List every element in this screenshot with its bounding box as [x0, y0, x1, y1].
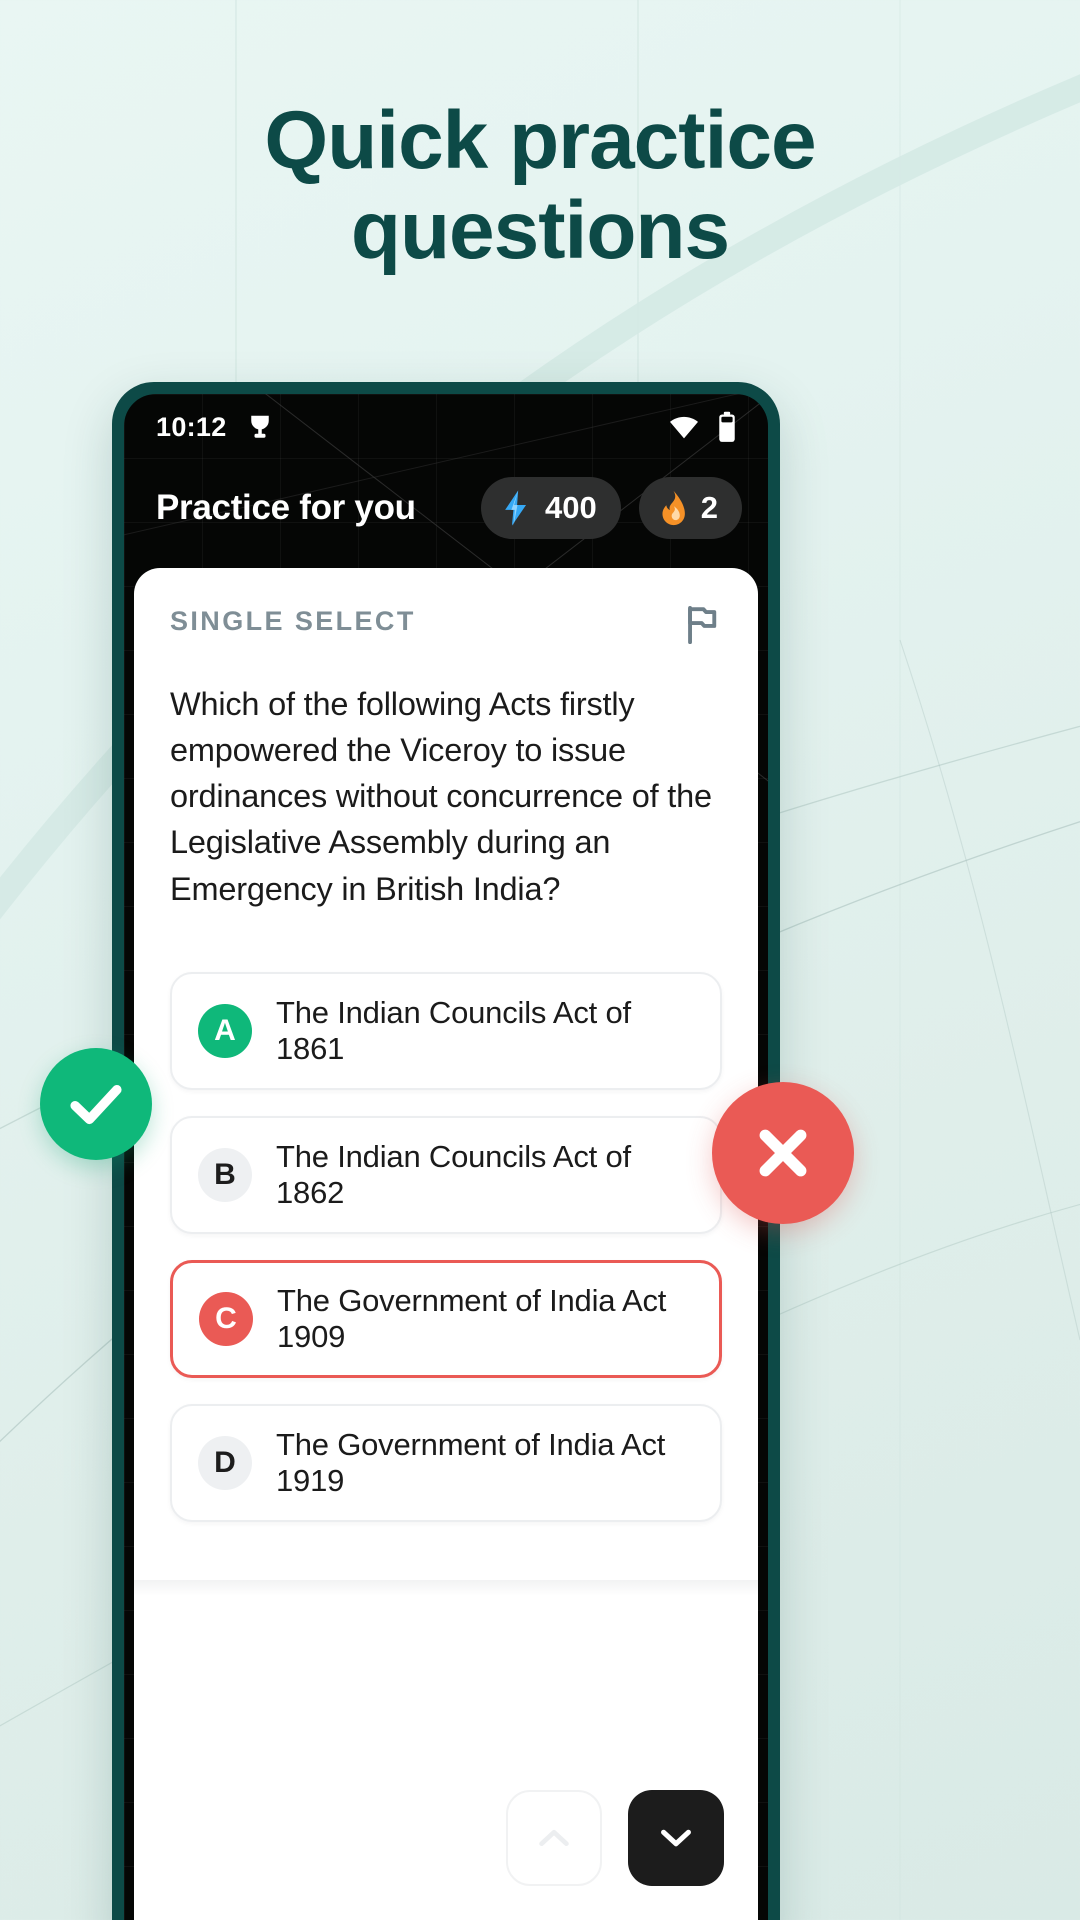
question-card-header: SINGLE SELECT	[170, 604, 722, 651]
option-letter-badge: D	[198, 1435, 252, 1490]
header-badges: 400 2	[481, 477, 742, 539]
flame-icon	[662, 490, 685, 526]
lightning-bolt-icon	[505, 490, 527, 526]
wifi-icon	[670, 416, 698, 439]
card-divider	[134, 1579, 758, 1596]
streak-badge[interactable]: 2	[638, 477, 742, 539]
answer-option-d[interactable]: D The Government of India Act 1919	[170, 1403, 722, 1522]
status-bar: 10:12	[124, 394, 768, 460]
option-letter-badge: B	[198, 1147, 252, 1202]
headline-line-2: questions	[350, 185, 730, 277]
option-text: The Indian Councils Act of 1862	[276, 1138, 631, 1210]
promo-headline: Quick practice questions	[0, 95, 1080, 277]
previous-question-button[interactable]	[506, 1790, 602, 1886]
question-card: SINGLE SELECT Which of the following Act…	[134, 568, 758, 1920]
flag-icon	[688, 605, 717, 645]
question-text: Which of the following Acts firstly empo…	[170, 686, 712, 907]
app-title: Practice for you	[156, 488, 416, 527]
app-header: Practice for you 400 2	[124, 460, 768, 556]
option-text: The Government of India Act 1919	[276, 1426, 666, 1498]
wrong-answer-marker	[712, 1082, 854, 1224]
question-type-label: SINGLE SELECT	[170, 606, 416, 636]
option-text: The Indian Councils Act of 1861	[276, 994, 631, 1066]
battery-icon	[719, 411, 735, 442]
chevron-up-icon	[539, 1829, 569, 1847]
trophy-icon	[250, 415, 269, 438]
status-bar-clock: 10:12	[156, 411, 227, 442]
answer-options-list: A The Indian Councils Act of 1861 B The …	[170, 971, 722, 1522]
points-badge-value: 400	[545, 490, 597, 525]
option-text: The Government of India Act 1909	[277, 1282, 667, 1354]
answer-option-a[interactable]: A The Indian Councils Act of 1861	[170, 971, 722, 1090]
points-badge[interactable]: 400	[481, 477, 621, 539]
answer-option-b[interactable]: B The Indian Councils Act of 1862	[170, 1115, 722, 1234]
status-bar-left: 10:12	[156, 412, 275, 443]
streak-badge-value: 2	[700, 490, 718, 525]
answer-option-c[interactable]: C The Government of India Act 1909	[170, 1259, 722, 1378]
headline-line-1: Quick practice	[264, 95, 816, 186]
phone-screen: 10:12 Practice for you 400 2 SINGLE SELE…	[124, 394, 768, 1920]
bottom-navigation-bar	[134, 1746, 758, 1920]
chevron-down-icon	[661, 1829, 691, 1847]
next-question-button[interactable]	[628, 1790, 724, 1886]
check-icon	[70, 1085, 122, 1125]
flag-question-button[interactable]	[682, 604, 722, 651]
option-letter-badge: C	[199, 1291, 253, 1346]
option-letter-badge: A	[198, 1003, 252, 1058]
phone-mockup: 10:12 Practice for you 400 2 SINGLE SELE…	[112, 382, 780, 1920]
correct-answer-marker	[40, 1048, 152, 1160]
cross-icon	[759, 1129, 807, 1177]
status-bar-right	[668, 411, 738, 443]
